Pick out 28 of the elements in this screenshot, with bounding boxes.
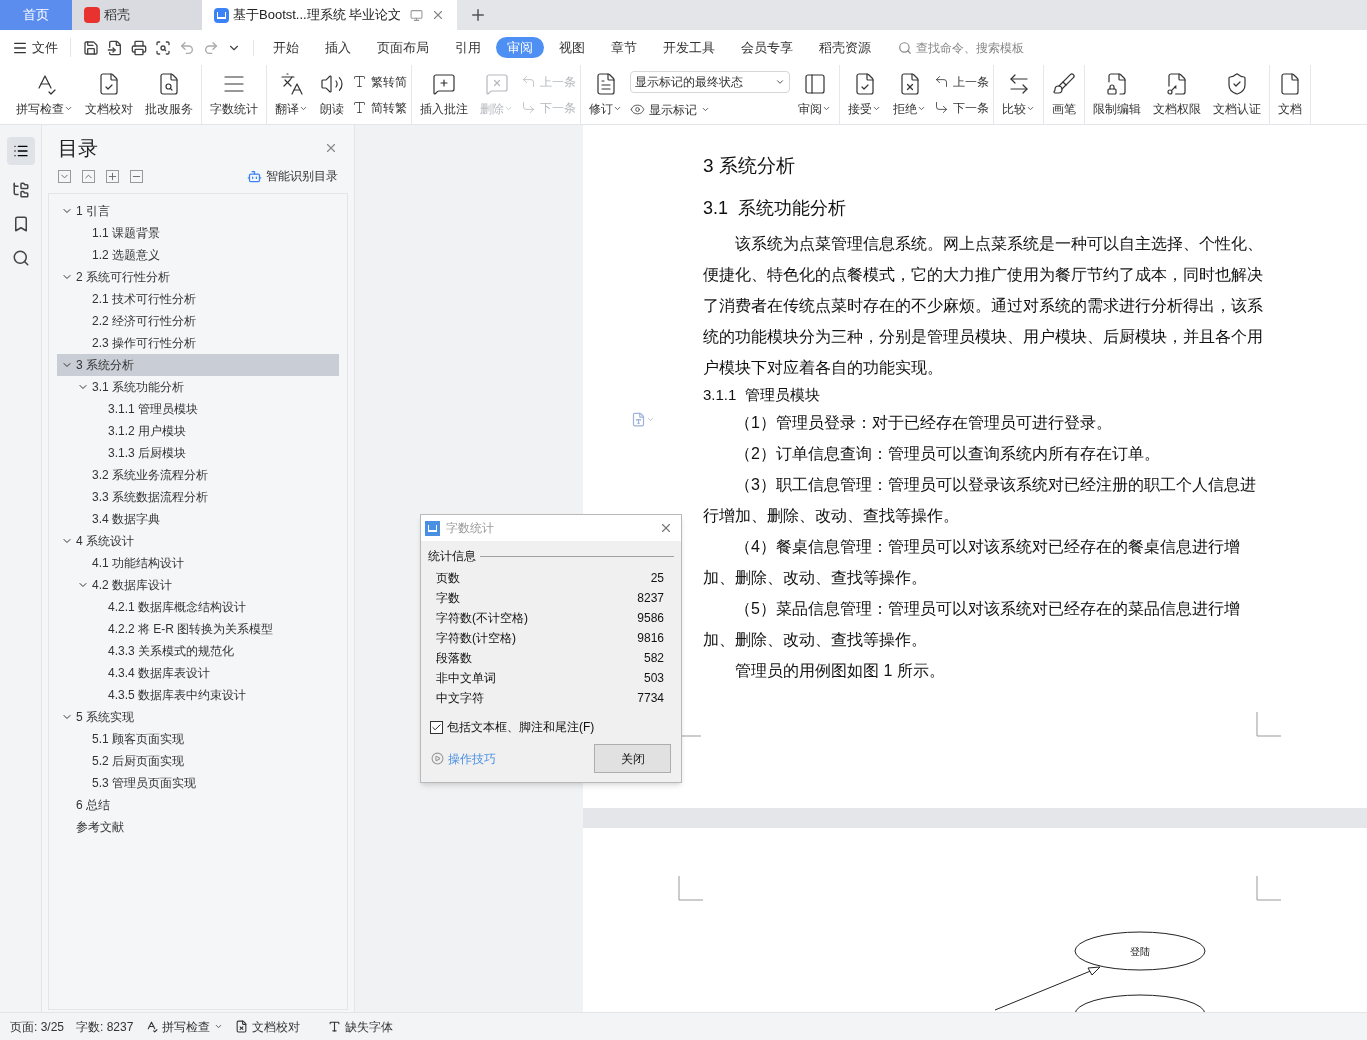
paragraph: （3）职工信息管理：管理员可以登录该系统对已经注册的职工个人信息进行增加、删除、改动、查找等操作。 [703,475,1257,526]
stat-value: 9816 [637,630,664,647]
stat-value: 503 [643,670,664,687]
stat-value: 7734 [637,690,664,707]
stat-label: 段落数 [436,650,472,667]
stat-label: 字符数(计空格) [436,630,516,647]
subheading: 3.1 系统功能分析 [703,197,848,220]
panel-title: 目录 [58,136,98,161]
stat-value: 25 [650,570,664,587]
paragraph: 该系统为点菜管理信息系统。网上点菜系统是一种可以自主选择、个性化、便捷化、特色化的点餐模式，它的大力推广使用为餐厅节约了成本，同时也解决了消费者在传统点菜时存在的不少麻烦。通过对系统的需求进行分析得出，该系统的功能模块分为三种，分别是管理员模块、用户模块、后厨模块，并且各个用户模块下对应着各自的功能实现。 [703,234,1264,378]
stat-label: 非中文单词 [436,670,496,687]
dialog-title: 字数统计 [446,520,494,537]
heading: 3 系统分析 [703,154,796,178]
paragraph: （5）菜品信息管理：管理员可以对该系统对已经存在的菜品信息进行增加、删除、改动、查找等操作。 [703,599,1241,650]
stat-value: 9586 [637,610,664,627]
use-case-label: 登陆 [1130,946,1150,957]
paragraph: 管理员的用例图如图 1 所示。 [734,661,946,681]
stat-label: 字数 [436,590,460,607]
stat-label: 字符数(不计空格) [436,610,528,627]
paragraph: （1）管理员登录：对于已经存在管理员可进行登录。 [734,413,1113,433]
stat-value: 8237 [637,590,664,607]
stat-value: 582 [643,650,664,667]
stat-label: 中文字符 [436,690,484,707]
paragraph: （4）餐桌信息管理：管理员可以对该系统对已经存在的餐桌信息进行增加、删除、改动、查找等操作。 [703,537,1241,588]
subheading: 3.1.1 管理员模块 [703,385,821,405]
stat-label: 页数 [436,570,460,587]
section-label: 统计信息 [428,548,476,565]
paragraph: （2）订单信息查询：管理员可以查询系统内所有存在订单。 [734,444,1161,464]
